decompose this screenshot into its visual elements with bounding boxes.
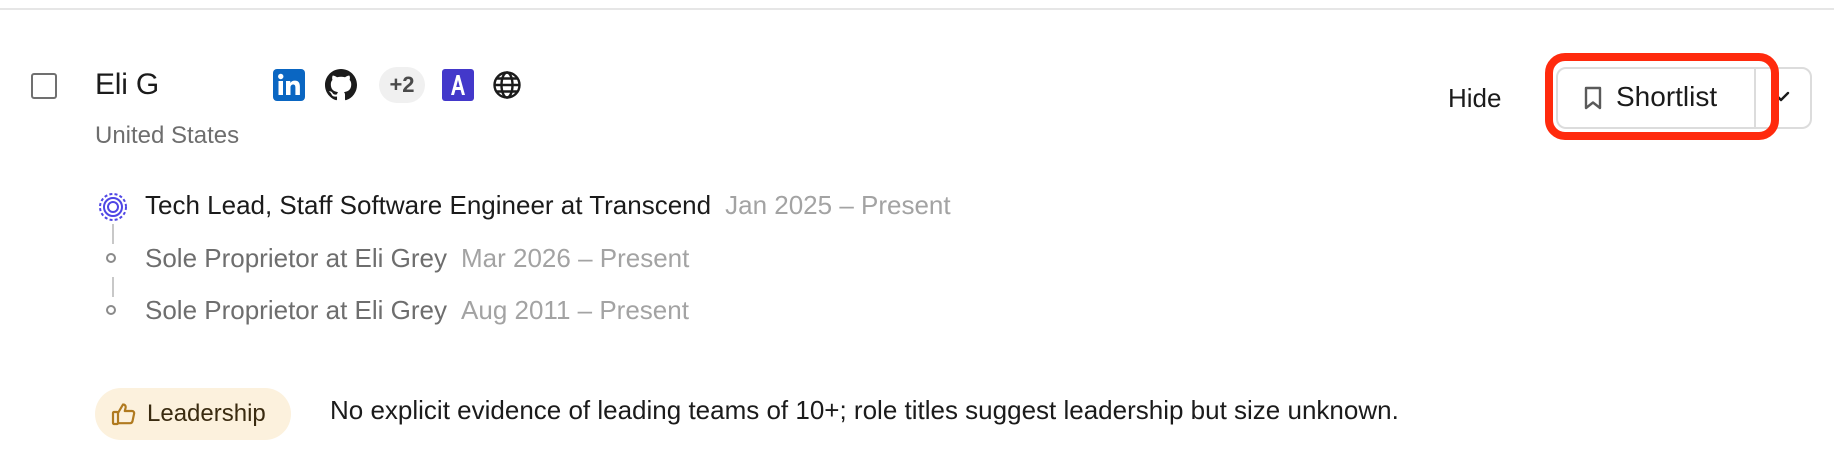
top-divider	[0, 8, 1834, 10]
shortlist-split-button: Shortlist	[1556, 67, 1812, 129]
more-links-badge[interactable]: +2	[379, 67, 425, 103]
candidate-location: United States	[95, 122, 240, 149]
timeline-dot	[106, 253, 116, 263]
timeline-connector	[112, 224, 114, 244]
experience-item: Sole Proprietor at Eli Grey Aug 2011 – Pr…	[145, 293, 689, 327]
timeline-connector	[112, 277, 114, 297]
shortlist-options-button[interactable]	[1756, 69, 1810, 127]
thumbs-up-icon	[111, 401, 137, 432]
job-dates: Aug 2011 – Present	[461, 295, 689, 325]
linkedin-icon[interactable]	[272, 68, 306, 102]
criteria-label: Leadership	[147, 400, 266, 427]
job-title: Sole Proprietor at Eli Grey	[145, 295, 448, 325]
candidate-name: Eli G	[95, 68, 160, 101]
experience-item: Sole Proprietor at Eli Grey Mar 2026 – Pr…	[145, 241, 689, 275]
globe-icon[interactable]	[490, 68, 524, 102]
timeline-dot	[106, 305, 116, 315]
shortlist-label: Shortlist	[1616, 81, 1718, 112]
github-icon[interactable]	[324, 68, 358, 102]
shortlist-button[interactable]: Shortlist	[1558, 69, 1754, 127]
leadership-criteria-badge: Leadership	[95, 388, 291, 440]
experience-item-current: Tech Lead, Staff Software Engineer at Tr…	[145, 188, 951, 222]
select-candidate-checkbox[interactable]	[31, 73, 57, 99]
chevron-down-icon	[1772, 91, 1790, 102]
job-title: Sole Proprietor at Eli Grey	[145, 243, 448, 273]
angellist-a-icon[interactable]	[441, 68, 475, 102]
job-dates: Mar 2026 – Present	[461, 243, 690, 273]
hide-button[interactable]: Hide	[1448, 80, 1501, 116]
transcend-logo-icon	[98, 192, 128, 222]
job-title: Tech Lead, Staff Software Engineer at Tr…	[145, 190, 712, 220]
bookmark-icon	[1584, 86, 1602, 115]
criteria-evidence-text: No explicit evidence of leading teams of…	[330, 395, 1399, 425]
job-dates: Jan 2025 – Present	[725, 190, 951, 220]
